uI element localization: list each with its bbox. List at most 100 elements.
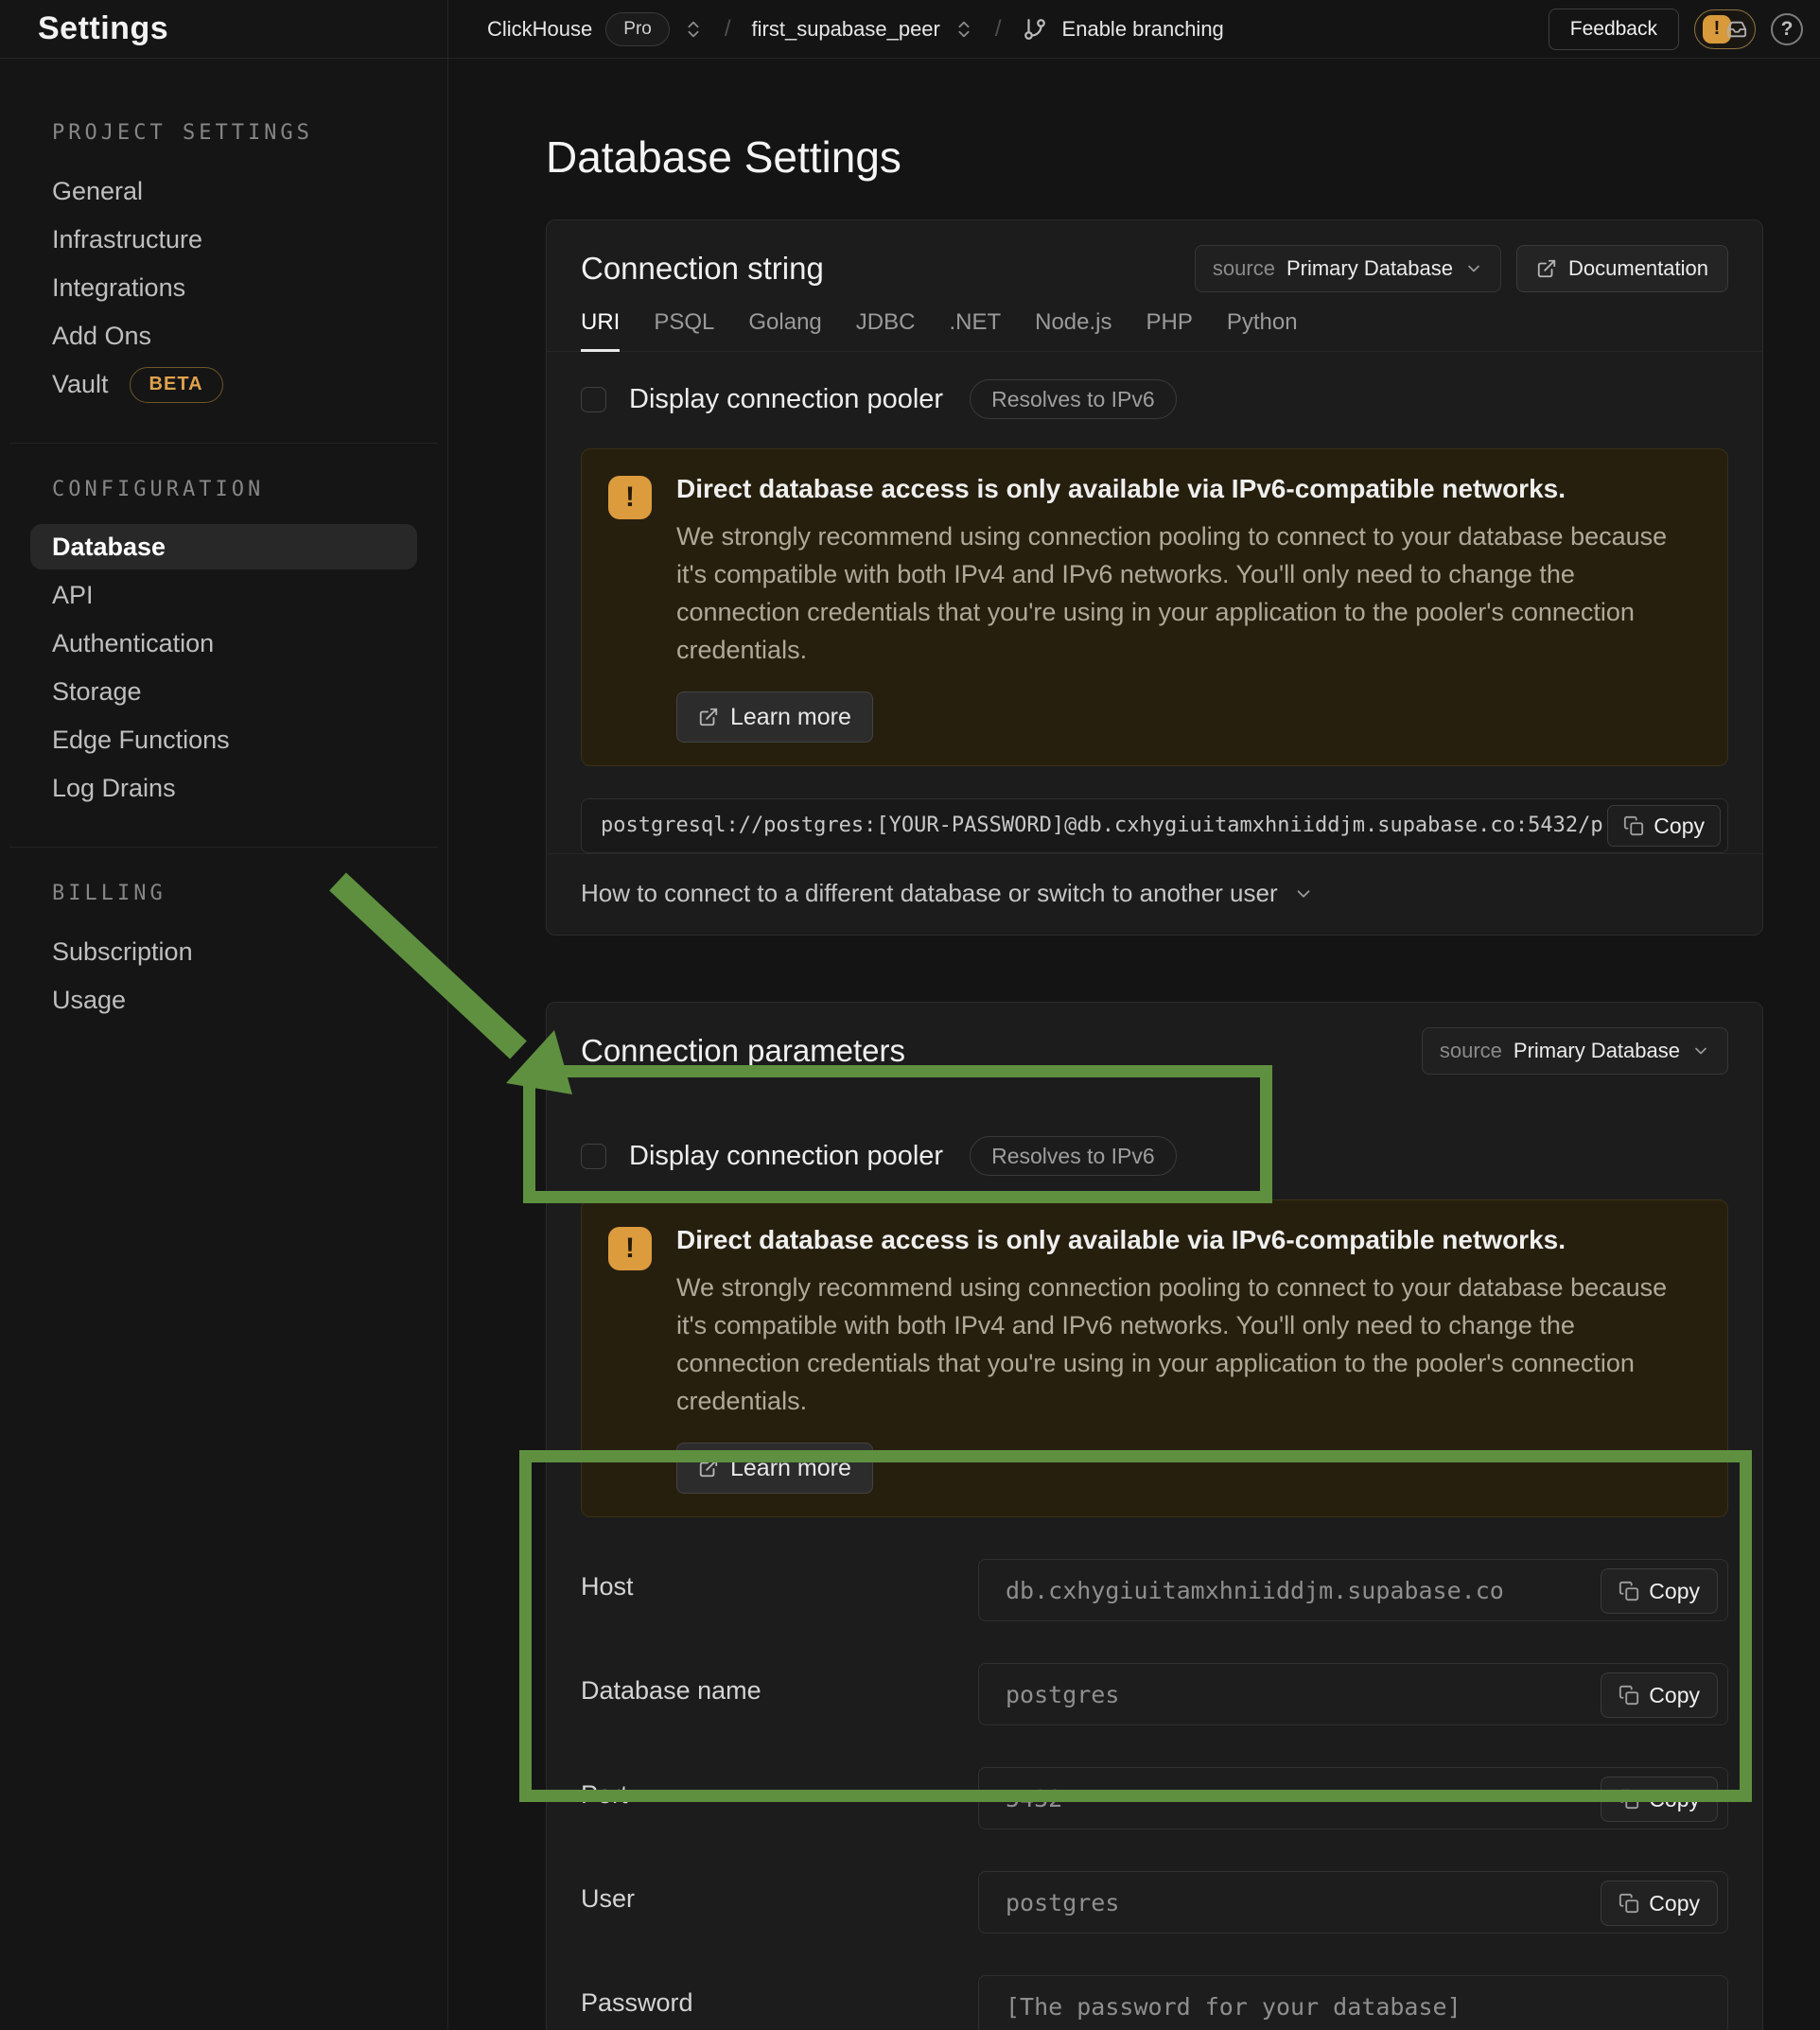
resolves-to-ipv6-badge: Resolves to IPv6	[970, 1136, 1177, 1176]
sidebar-item-label: Vault	[52, 370, 109, 399]
sidebar-item-log-drains[interactable]: Log Drains	[30, 764, 417, 813]
database-name-field[interactable]: postgres Copy	[978, 1663, 1728, 1725]
learn-more-button[interactable]: Learn more	[676, 691, 873, 743]
breadcrumb-separator: /	[717, 16, 739, 43]
sidebar-section-configuration: CONFIGURATION Database API Authenticatio…	[0, 478, 447, 813]
display-connection-pooler-label: Display connection pooler	[629, 1141, 943, 1172]
source-value: Primary Database	[1514, 1039, 1680, 1063]
tab-python[interactable]: Python	[1227, 309, 1298, 351]
chevrons-up-down-icon[interactable]	[683, 19, 704, 40]
display-connection-pooler-checkbox[interactable]	[581, 1144, 606, 1169]
user-label: User	[581, 1871, 978, 1914]
user-value: postgres	[979, 1889, 1299, 1916]
sidebar-item-general[interactable]: General	[30, 167, 417, 216]
breadcrumb: ClickHouse Pro / first_supabase_peer / E…	[487, 12, 1224, 46]
port-field[interactable]: 5432 Copy	[978, 1767, 1728, 1829]
sidebar-item-subscription[interactable]: Subscription	[30, 928, 417, 976]
sidebar-item-label: Subscription	[52, 937, 193, 967]
notifications-button[interactable]: !	[1694, 9, 1756, 49]
sidebar-item-usage[interactable]: Usage	[30, 976, 417, 1024]
learn-more-button[interactable]: Learn more	[676, 1443, 873, 1494]
warning-body: We strongly recommend using connection p…	[676, 1269, 1689, 1420]
plan-badge[interactable]: Pro	[605, 12, 670, 46]
question-mark-icon: ?	[1781, 18, 1794, 41]
password-row: Password [The password for your database…	[581, 1975, 1728, 2030]
port-value: 5432	[979, 1785, 1242, 1812]
header-left: Settings	[0, 0, 447, 59]
tab-uri[interactable]: URI	[581, 309, 620, 351]
sidebar-item-label: Authentication	[52, 629, 214, 658]
connection-uri-value: postgresql://postgres:[YOUR-PASSWORD]@db…	[582, 799, 1727, 852]
chevrons-up-down-icon[interactable]	[954, 19, 974, 40]
sidebar-heading-project-settings: PROJECT SETTINGS	[30, 121, 417, 145]
password-label: Password	[581, 1975, 978, 2018]
breadcrumb-org[interactable]: ClickHouse	[487, 17, 592, 42]
sidebar-item-api[interactable]: API	[30, 571, 417, 620]
tab-nodejs[interactable]: Node.js	[1035, 309, 1111, 351]
connection-string-body: Display connection pooler Resolves to IP…	[547, 352, 1762, 853]
documentation-button[interactable]: Documentation	[1516, 245, 1728, 292]
header-controls: Feedback ! ?	[1549, 9, 1803, 50]
source-select[interactable]: source Primary Database	[1195, 245, 1501, 292]
chevron-down-icon	[1464, 259, 1483, 278]
sidebar-item-database[interactable]: Database	[30, 524, 417, 569]
sidebar-item-edge-functions[interactable]: Edge Functions	[30, 716, 417, 764]
copy-icon	[1619, 1893, 1639, 1914]
copy-label: Copy	[1649, 1683, 1700, 1708]
sidebar-item-add-ons[interactable]: Add Ons	[30, 312, 417, 360]
connection-parameters-actions: source Primary Database	[1422, 1027, 1728, 1075]
sidebar-item-authentication[interactable]: Authentication	[30, 620, 417, 668]
port-label: Port	[581, 1767, 978, 1810]
connection-help-expander[interactable]: How to connect to a different database o…	[547, 853, 1762, 935]
user-row: User postgres Copy	[581, 1871, 1728, 1934]
feedback-button[interactable]: Feedback	[1549, 9, 1679, 50]
external-link-icon	[698, 707, 719, 727]
git-branch-icon	[1023, 17, 1047, 42]
host-field[interactable]: db.cxhygiuitamxhniiddjm.supabase.co Copy	[978, 1559, 1728, 1621]
sidebar-item-label: Storage	[52, 677, 142, 707]
breadcrumb-project[interactable]: first_supabase_peer	[752, 17, 940, 42]
password-field[interactable]: [The password for your database]	[978, 1975, 1728, 2030]
connection-help-text: How to connect to a different database o…	[581, 879, 1278, 908]
learn-more-label: Learn more	[730, 704, 851, 731]
sidebar-item-storage[interactable]: Storage	[30, 668, 417, 716]
inbox-icon	[1726, 19, 1747, 40]
help-button[interactable]: ?	[1771, 13, 1803, 45]
copy-label: Copy	[1649, 1579, 1700, 1604]
connection-parameters-header: Connection parameters source Primary Dat…	[547, 1003, 1762, 1075]
display-connection-pooler-checkbox[interactable]	[581, 387, 606, 412]
tab-psql[interactable]: PSQL	[654, 309, 714, 351]
external-link-icon	[698, 1458, 719, 1479]
user-field[interactable]: postgres Copy	[978, 1871, 1728, 1934]
sidebar-item-vault[interactable]: Vault BETA	[30, 360, 417, 409]
copy-uri-button[interactable]: Copy	[1607, 805, 1721, 847]
tab-jdbc[interactable]: JDBC	[856, 309, 916, 351]
source-select[interactable]: source Primary Database	[1422, 1027, 1728, 1075]
tab-dotnet[interactable]: .NET	[949, 309, 1001, 351]
database-name-label: Database name	[581, 1663, 978, 1706]
copy-user-button[interactable]: Copy	[1601, 1881, 1718, 1926]
tab-golang[interactable]: Golang	[748, 309, 821, 351]
copy-icon	[1619, 1581, 1639, 1601]
sidebar-heading-configuration: CONFIGURATION	[30, 478, 417, 501]
learn-more-label: Learn more	[730, 1455, 851, 1482]
connection-string-tabs: URI PSQL Golang JDBC .NET Node.js PHP Py…	[547, 309, 1762, 352]
display-connection-pooler-label: Display connection pooler	[629, 384, 943, 415]
warning-content: Direct database access is only available…	[676, 1223, 1689, 1494]
ipv6-warning-banner: ! Direct database access is only availab…	[581, 1199, 1728, 1517]
sidebar-item-integrations[interactable]: Integrations	[30, 264, 417, 312]
enable-branching-button[interactable]: Enable branching	[1062, 17, 1224, 42]
copy-host-button[interactable]: Copy	[1601, 1568, 1718, 1614]
warning-body: We strongly recommend using connection p…	[676, 517, 1689, 669]
copy-database-name-button[interactable]: Copy	[1601, 1672, 1718, 1718]
sidebar-item-label: API	[52, 581, 94, 610]
database-settings-title: Database Settings	[546, 131, 1763, 184]
connection-string-header: Connection string source Primary Databas…	[547, 220, 1762, 292]
tab-php[interactable]: PHP	[1146, 309, 1192, 351]
copy-port-button[interactable]: Copy	[1601, 1776, 1718, 1822]
connection-uri-field[interactable]: postgresql://postgres:[YOUR-PASSWORD]@db…	[581, 798, 1728, 853]
sidebar-item-infrastructure[interactable]: Infrastructure	[30, 216, 417, 264]
sidebar-item-label: Infrastructure	[52, 225, 202, 254]
source-value: Primary Database	[1286, 256, 1453, 281]
copy-icon	[1619, 1685, 1639, 1706]
